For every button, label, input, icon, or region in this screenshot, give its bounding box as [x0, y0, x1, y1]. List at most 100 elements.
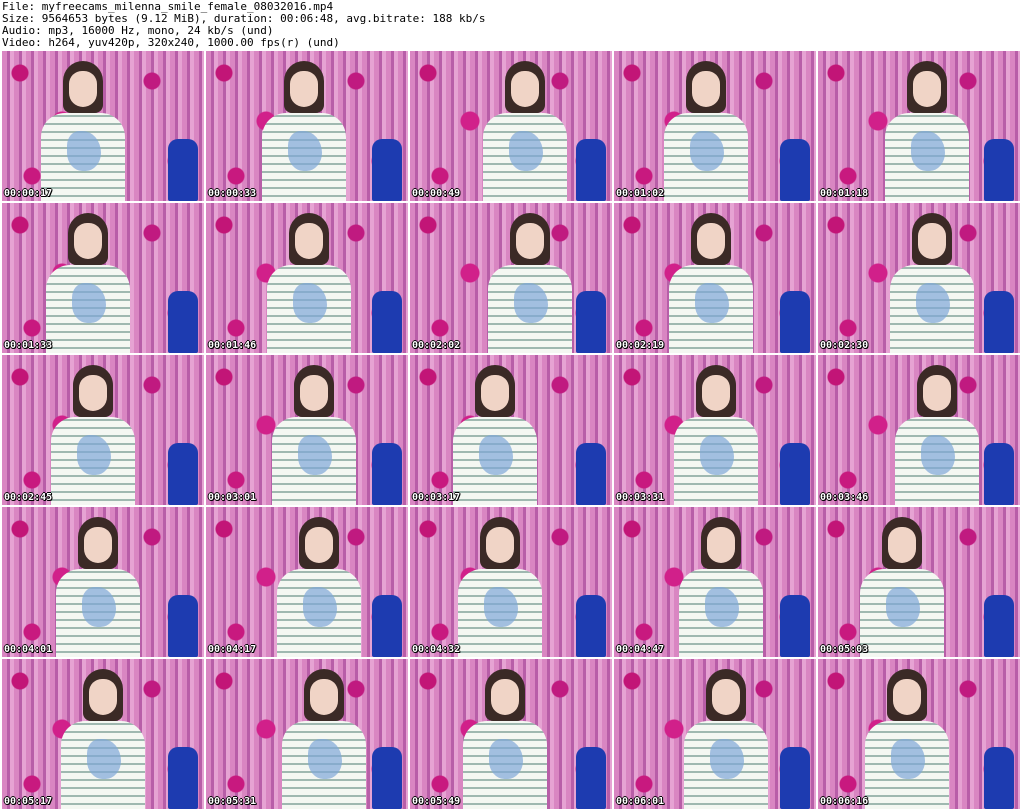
video-thumbnail: 00:04:01: [2, 507, 204, 657]
chair-shape: [576, 291, 606, 353]
figure-print: [67, 131, 101, 171]
video-thumbnail: 00:05:31: [206, 659, 408, 809]
person-figure: [459, 669, 551, 809]
thumbnail-timestamp: 00:05:03: [820, 644, 869, 655]
figure-print: [82, 587, 116, 627]
figure-print: [298, 435, 332, 475]
person-figure: [675, 517, 767, 657]
video-thumbnail: 00:02:19: [614, 203, 816, 353]
thumbnail-timestamp: 00:00:17: [4, 188, 53, 199]
video-thumbnail: 00:06:01: [614, 659, 816, 809]
figure-print: [489, 739, 523, 779]
thumbnail-timestamp: 00:05:17: [4, 796, 53, 807]
chair-shape: [372, 747, 402, 809]
chair-shape: [780, 139, 810, 201]
figure-face: [707, 527, 735, 563]
figure-face: [913, 71, 941, 107]
video-thumbnail: 00:00:17: [2, 51, 204, 201]
person-figure: [42, 213, 134, 353]
thumbnail-timestamp: 00:03:31: [616, 492, 665, 503]
figure-face: [511, 71, 539, 107]
figure-print: [911, 131, 945, 171]
chair-shape: [576, 595, 606, 657]
video-thumbnail: 00:01:46: [206, 203, 408, 353]
thumbnail-grid: 00:00:17 00:00:33 00:00:49 00:01:02 00:01:18…: [0, 51, 1024, 811]
chair-shape: [372, 139, 402, 201]
figure-print: [484, 587, 518, 627]
person-figure: [454, 517, 546, 657]
video-thumbnail: 00:05:49: [410, 659, 612, 809]
file-info-header: File: myfreecams_milenna_smile_female_08…: [0, 0, 1024, 50]
video-thumbnail: 00:06:16: [818, 659, 1020, 809]
person-figure: [258, 61, 350, 201]
chair-shape: [168, 291, 198, 353]
person-figure: [268, 365, 360, 505]
chair-shape: [372, 291, 402, 353]
figure-print: [690, 131, 724, 171]
video-thumbnail: 00:01:02: [614, 51, 816, 201]
figure-print: [308, 739, 342, 779]
thumbnail-timestamp: 00:04:01: [4, 644, 53, 655]
video-info-line: Video: h264, yuv420p, 320x240, 1000.00 f…: [2, 36, 340, 49]
person-figure: [52, 517, 144, 657]
video-thumbnail: 00:03:31: [614, 355, 816, 505]
figure-face: [84, 527, 112, 563]
figure-print: [509, 131, 543, 171]
figure-print: [705, 587, 739, 627]
thumbnail-timestamp: 00:03:01: [208, 492, 257, 503]
thumbnail-timestamp: 00:06:01: [616, 796, 665, 807]
chair-shape: [984, 291, 1014, 353]
chair-shape: [984, 139, 1014, 201]
person-figure: [449, 365, 541, 505]
person-figure: [278, 669, 370, 809]
chair-shape: [168, 443, 198, 505]
figure-print: [695, 283, 729, 323]
video-thumbnail: 00:02:30: [818, 203, 1020, 353]
video-thumbnail: 00:00:49: [410, 51, 612, 201]
figure-face: [486, 527, 514, 563]
person-figure: [861, 669, 953, 809]
figure-face: [295, 223, 323, 259]
thumbnail-timestamp: 00:00:33: [208, 188, 257, 199]
figure-face: [697, 223, 725, 259]
figure-print: [700, 435, 734, 475]
video-thumbnail: 00:04:17: [206, 507, 408, 657]
figure-face: [491, 679, 519, 715]
figure-face: [481, 375, 509, 411]
figure-face: [918, 223, 946, 259]
person-figure: [670, 365, 762, 505]
person-figure: [47, 365, 139, 505]
figure-face: [893, 679, 921, 715]
chair-shape: [576, 443, 606, 505]
person-figure: [660, 61, 752, 201]
thumbnail-timestamp: 00:05:49: [412, 796, 461, 807]
thumbnail-timestamp: 00:04:47: [616, 644, 665, 655]
video-thumbnail: 00:05:17: [2, 659, 204, 809]
person-figure: [484, 213, 576, 353]
thumbnail-timestamp: 00:04:32: [412, 644, 461, 655]
person-figure: [263, 213, 355, 353]
figure-face: [89, 679, 117, 715]
chair-shape: [168, 747, 198, 809]
figure-face: [290, 71, 318, 107]
person-figure: [273, 517, 365, 657]
video-thumbnail: 00:04:32: [410, 507, 612, 657]
figure-print: [891, 739, 925, 779]
thumbnail-timestamp: 00:02:45: [4, 492, 53, 503]
thumbnail-timestamp: 00:01:02: [616, 188, 665, 199]
person-figure: [665, 213, 757, 353]
figure-face: [305, 527, 333, 563]
thumbnail-timestamp: 00:02:19: [616, 340, 665, 351]
chair-shape: [372, 443, 402, 505]
figure-face: [79, 375, 107, 411]
figure-face: [923, 375, 951, 411]
person-figure: [881, 61, 973, 201]
thumbnail-timestamp: 00:01:33: [4, 340, 53, 351]
video-thumbnail: 00:00:33: [206, 51, 408, 201]
chair-shape: [372, 595, 402, 657]
person-figure: [891, 365, 983, 505]
figure-print: [77, 435, 111, 475]
chair-shape: [780, 443, 810, 505]
figure-print: [303, 587, 337, 627]
video-thumbnail: 00:01:18: [818, 51, 1020, 201]
